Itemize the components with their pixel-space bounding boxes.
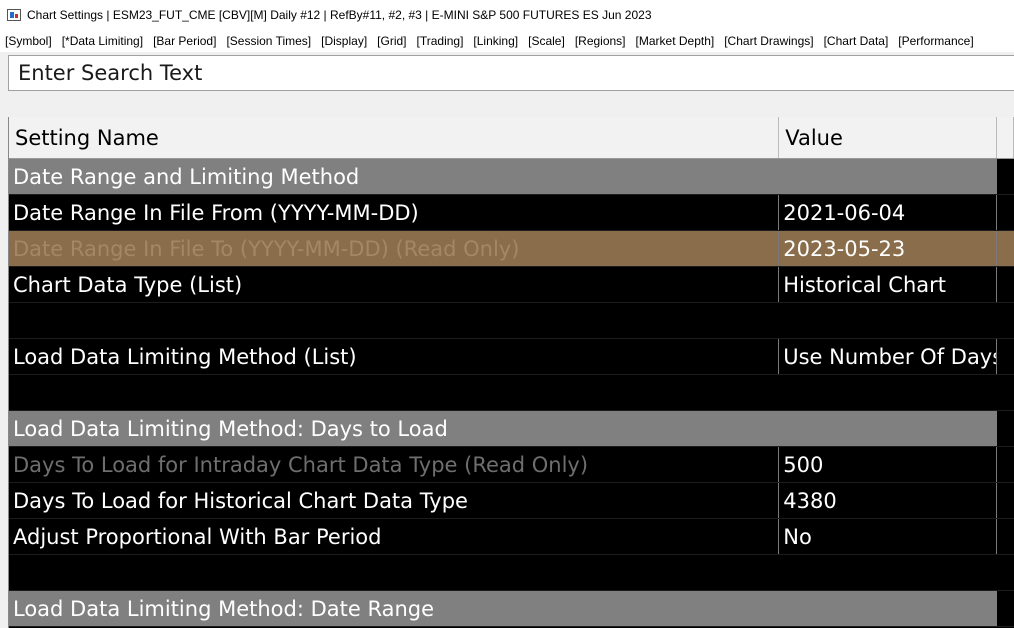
section-label: Load Data Limiting Method: Date Range bbox=[13, 596, 435, 621]
search-box bbox=[8, 55, 1014, 91]
tab-scale[interactable]: [Scale] bbox=[528, 34, 565, 48]
setting-row-date-from[interactable]: Date Range In File From (YYYY-MM-DD) 202… bbox=[9, 195, 1014, 231]
setting-name: Adjust Proportional With Bar Period bbox=[9, 519, 780, 554]
setting-row-intraday-days[interactable]: Days To Load for Intraday Chart Data Typ… bbox=[9, 447, 1014, 483]
setting-name: Date Range In File From (YYYY-MM-DD) bbox=[9, 195, 780, 230]
tab-linking[interactable]: [Linking] bbox=[473, 34, 518, 48]
setting-value-dropdown[interactable]: Use Number Of Days to Load bbox=[779, 339, 998, 374]
settings-tab-bar: [Symbol] [*Data Limiting] [Bar Period] [… bbox=[0, 30, 1014, 52]
setting-value[interactable]: 2021-06-04 bbox=[779, 195, 998, 230]
tab-trading[interactable]: [Trading] bbox=[417, 34, 464, 48]
tab-bar-period[interactable]: [Bar Period] bbox=[153, 34, 216, 48]
tab-session-times[interactable]: [Session Times] bbox=[226, 34, 311, 48]
setting-value-dropdown[interactable]: No bbox=[779, 519, 998, 554]
section-row-days-to-load[interactable]: Load Data Limiting Method: Days to Load bbox=[9, 411, 1014, 447]
setting-name: Load Data Limiting Method (List) bbox=[9, 339, 780, 374]
tab-data-limiting[interactable]: [*Data Limiting] bbox=[62, 34, 143, 48]
setting-row-date-to[interactable]: Date Range In File To (YYYY-MM-DD) (Read… bbox=[9, 231, 1014, 267]
window-title: Chart Settings | ESM23_FUT_CME [CBV][M] … bbox=[27, 8, 652, 22]
row-spacer bbox=[997, 231, 1014, 266]
tab-performance[interactable]: [Performance] bbox=[898, 34, 973, 48]
tab-regions[interactable]: [Regions] bbox=[575, 34, 626, 48]
setting-name: Days To Load for Historical Chart Data T… bbox=[9, 483, 780, 518]
row-spacer bbox=[997, 339, 1014, 374]
setting-row-chart-data-type[interactable]: Chart Data Type (List) Historical Chart bbox=[9, 267, 1014, 303]
tab-chart-data[interactable]: [Chart Data] bbox=[824, 34, 889, 48]
row-spacer bbox=[997, 591, 1014, 626]
row-spacer bbox=[997, 159, 1014, 194]
setting-row-historical-days[interactable]: Days To Load for Historical Chart Data T… bbox=[9, 483, 1014, 519]
row-spacer bbox=[997, 519, 1014, 554]
search-input[interactable] bbox=[9, 56, 1014, 90]
setting-name: Date Range In File To (YYYY-MM-DD) (Read… bbox=[9, 231, 780, 266]
grid-header: Setting Name Value bbox=[9, 117, 1014, 159]
row-spacer bbox=[997, 375, 1014, 410]
settings-grid: Setting Name Value Date Range and Limiti… bbox=[8, 117, 1014, 628]
section-row-date-range[interactable]: Date Range and Limiting Method bbox=[9, 159, 1014, 195]
setting-name: Chart Data Type (List) bbox=[9, 267, 780, 302]
setting-value[interactable]: 500 bbox=[779, 447, 998, 482]
tab-chart-drawings[interactable]: [Chart Drawings] bbox=[724, 34, 813, 48]
tab-market-depth[interactable]: [Market Depth] bbox=[636, 34, 715, 48]
blank-cell bbox=[9, 555, 997, 590]
section-label: Date Range and Limiting Method bbox=[13, 164, 360, 189]
section-row-date-range-method[interactable]: Load Data Limiting Method: Date Range bbox=[9, 591, 1014, 627]
row-spacer bbox=[997, 411, 1014, 446]
setting-name: Days To Load for Intraday Chart Data Typ… bbox=[9, 447, 780, 482]
window-titlebar: Chart Settings | ESM23_FUT_CME [CBV][M] … bbox=[0, 0, 1014, 30]
setting-row-adjust-proportional[interactable]: Adjust Proportional With Bar Period No bbox=[9, 519, 1014, 555]
setting-row-limiting-method[interactable]: Load Data Limiting Method (List) Use Num… bbox=[9, 339, 1014, 375]
blank-row bbox=[9, 555, 1014, 591]
setting-value[interactable]: 2023-05-23 bbox=[779, 231, 998, 266]
app-chart-icon bbox=[7, 9, 21, 21]
blank-cell bbox=[9, 303, 997, 338]
row-spacer bbox=[997, 303, 1014, 338]
tab-symbol[interactable]: [Symbol] bbox=[5, 34, 52, 48]
setting-value-dropdown[interactable]: Historical Chart bbox=[779, 267, 998, 302]
row-spacer bbox=[997, 483, 1014, 518]
section-label: Load Data Limiting Method: Days to Load bbox=[13, 416, 448, 441]
blank-row bbox=[9, 375, 1014, 411]
row-spacer bbox=[997, 447, 1014, 482]
header-spacer bbox=[997, 117, 1014, 158]
header-value[interactable]: Value bbox=[779, 117, 997, 158]
blank-cell bbox=[9, 375, 997, 410]
row-spacer bbox=[997, 555, 1014, 590]
blank-row bbox=[9, 303, 1014, 339]
setting-value[interactable]: 4380 bbox=[779, 483, 998, 518]
header-setting-name[interactable]: Setting Name bbox=[9, 117, 780, 158]
row-spacer bbox=[997, 195, 1014, 230]
tab-grid[interactable]: [Grid] bbox=[377, 34, 406, 48]
row-spacer bbox=[997, 267, 1014, 302]
tab-display[interactable]: [Display] bbox=[321, 34, 367, 48]
